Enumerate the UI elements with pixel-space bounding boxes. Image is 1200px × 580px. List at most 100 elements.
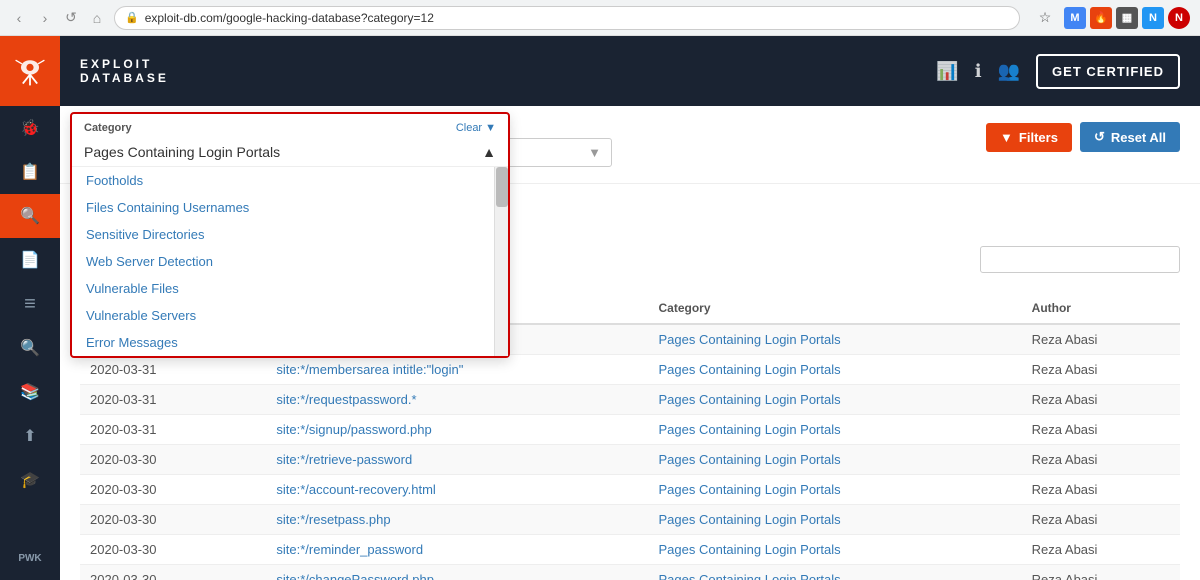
filters-button[interactable]: ▼ Filters — [986, 123, 1072, 152]
cell-category[interactable]: Pages Containing Login Portals — [649, 535, 1022, 565]
sidebar-item-papers[interactable]: 📄 — [0, 238, 60, 282]
url-text: exploit-db.com/google-hacking-database?c… — [145, 11, 434, 25]
tab-o: 🔥 — [1090, 7, 1112, 29]
table-row: 2020-03-31 site:*/requestpassword.* Page… — [80, 385, 1180, 415]
top-header: EXPLOIT DATABASE 📊 ℹ 👥 GET CERTIFIED — [60, 36, 1200, 106]
star-btn[interactable]: ☆ — [1034, 7, 1056, 29]
cell-author: Reza Abasi — [1022, 324, 1180, 355]
cell-dork[interactable]: site:*/resetpass.php — [266, 505, 648, 535]
papers-icon: 📄 — [20, 250, 40, 270]
sidebar-item-pwk[interactable]: PWK — [0, 536, 60, 580]
address-bar[interactable]: 🔒 exploit-db.com/google-hacking-database… — [114, 6, 1020, 30]
cell-category[interactable]: Pages Containing Login Portals — [649, 565, 1022, 580]
cell-category[interactable]: Pages Containing Login Portals — [649, 324, 1022, 355]
tab-icons: M 🔥 ▦ N N — [1064, 7, 1190, 29]
filter-btn-label: Filters — [1019, 130, 1058, 145]
logo-icon — [12, 53, 48, 89]
dropdown-item-errors[interactable]: Error Messages — [72, 329, 494, 356]
clear-link[interactable]: Clear ▼ — [456, 122, 496, 134]
sidebar-item-search[interactable]: 🔍 — [0, 194, 60, 238]
cell-dork[interactable]: site:*/retrieve-password — [266, 445, 648, 475]
cell-author: Reza Abasi — [1022, 445, 1180, 475]
table-row: 2020-03-30 site:*/reminder_password Page… — [80, 535, 1180, 565]
search-box-area — [980, 246, 1180, 273]
sidebar-item-exploits[interactable]: 📋 — [0, 150, 60, 194]
home-btn[interactable]: ⌂ — [88, 9, 106, 27]
cell-dork[interactable]: site:*/membersarea intitle:"login" — [266, 355, 648, 385]
scrollbar[interactable] — [494, 167, 508, 356]
cell-category[interactable]: Pages Containing Login Portals — [649, 505, 1022, 535]
dropdown-item-webserver[interactable]: Web Server Detection — [72, 248, 494, 275]
clear-text: Clear — [456, 122, 482, 134]
reset-all-button[interactable]: ↺ Reset All — [1080, 122, 1180, 152]
training-icon: 🎓 — [20, 470, 40, 490]
col-author: Author — [1022, 293, 1180, 324]
cell-author: Reza Abasi — [1022, 535, 1180, 565]
cell-date: 2020-03-30 — [80, 505, 266, 535]
dropdown-selected-value[interactable]: Pages Containing Login Portals ▲ — [72, 138, 508, 167]
exploits-icon: 📋 — [20, 162, 40, 182]
filter-icon: ▼ — [1000, 130, 1013, 145]
reset-icon: ↺ — [1094, 129, 1105, 145]
table-row: 2020-03-31 site:*/membersarea intitle:"l… — [80, 355, 1180, 385]
cell-category[interactable]: Pages Containing Login Portals — [649, 475, 1022, 505]
cell-date: 2020-03-30 — [80, 565, 266, 580]
cell-category[interactable]: Pages Containing Login Portals — [649, 415, 1022, 445]
cell-dork[interactable]: site:*/changePassword.php — [266, 565, 648, 580]
tab-x: N — [1168, 7, 1190, 29]
sidebar: 🐞 📋 🔍 📄 ≡ 🔍 📚 ⬆ 🎓 PWK — [0, 36, 60, 580]
cell-date: 2020-03-30 — [80, 535, 266, 565]
sidebar-item-training[interactable]: 🎓 — [0, 458, 60, 502]
cell-author: Reza Abasi — [1022, 385, 1180, 415]
table-search-input[interactable] — [980, 246, 1180, 273]
reload-btn[interactable]: ↺ — [62, 9, 80, 27]
browser-icons: ☆ — [1034, 7, 1056, 29]
cert-button[interactable]: GET CERTIFIED — [1036, 54, 1180, 89]
cell-dork[interactable]: site:*/requestpassword.* — [266, 385, 648, 415]
dropdown-item-directories[interactable]: Sensitive Directories — [72, 221, 494, 248]
forward-btn[interactable]: › — [36, 9, 54, 27]
search-icon: 🔍 — [20, 206, 40, 226]
sidebar-item-submit[interactable]: ⬆ — [0, 414, 60, 458]
submit-icon: ⬆ — [23, 426, 36, 446]
cell-author: Reza Abasi — [1022, 475, 1180, 505]
category-dropdown: Category Clear ▼ Pages Containing Login … — [70, 112, 510, 358]
filter-row: Category Clear ▼ Pages Containing Login … — [80, 122, 1180, 167]
page-wrapper: 🐞 📋 🔍 📄 ≡ 🔍 📚 ⬆ 🎓 PWK — [0, 36, 1200, 580]
cell-category[interactable]: Pages Containing Login Portals — [649, 355, 1022, 385]
sidebar-item-books[interactable]: 📚 — [0, 370, 60, 414]
books-icon: 📚 — [20, 382, 40, 402]
home-icon: 🐞 — [20, 118, 40, 138]
cell-date: 2020-03-31 — [80, 415, 266, 445]
sidebar-item-ghdb[interactable]: 🔍 — [0, 326, 60, 370]
selected-category-text: Pages Containing Login Portals — [84, 144, 280, 160]
info-icon[interactable]: ℹ — [975, 61, 982, 82]
dropdown-item-footholds[interactable]: Footholds — [72, 167, 494, 194]
cell-category[interactable]: Pages Containing Login Portals — [649, 385, 1022, 415]
table-row: 2020-03-30 site:*/account-recovery.html … — [80, 475, 1180, 505]
back-btn[interactable]: ‹ — [10, 9, 28, 27]
cell-dork[interactable]: site:*/reminder_password — [266, 535, 648, 565]
dropdown-item-vulnservers[interactable]: Vulnerable Servers — [72, 302, 494, 329]
cell-dork[interactable]: site:*/signup/password.php — [266, 415, 648, 445]
table-row: 2020-03-30 site:*/resetpass.php Pages Co… — [80, 505, 1180, 535]
chart-icon[interactable]: 📊 — [936, 61, 958, 82]
main-content: EXPLOIT DATABASE 📊 ℹ 👥 GET CERTIFIED — [60, 36, 1200, 580]
cell-category[interactable]: Pages Containing Login Portals — [649, 445, 1022, 475]
sidebar-item-home[interactable]: 🐞 — [0, 106, 60, 150]
category-label: Category — [84, 122, 132, 134]
shellcode-icon: ≡ — [24, 293, 36, 316]
cell-author: Reza Abasi — [1022, 415, 1180, 445]
dropdown-list-area: Footholds Files Containing Usernames Sen… — [72, 167, 508, 356]
header-right: 📊 ℹ 👥 GET CERTIFIED — [936, 54, 1180, 89]
sidebar-item-shellcode[interactable]: ≡ — [0, 282, 60, 326]
dropdown-item-vulnfiles[interactable]: Vulnerable Files — [72, 275, 494, 302]
sidebar-logo — [0, 36, 60, 106]
cell-dork[interactable]: site:*/account-recovery.html — [266, 475, 648, 505]
col-category: Category — [649, 293, 1022, 324]
tab-g: ▦ — [1116, 7, 1138, 29]
people-icon[interactable]: 👥 — [998, 61, 1020, 82]
dropdown-item-usernames[interactable]: Files Containing Usernames — [72, 194, 494, 221]
lock-icon: 🔒 — [125, 11, 139, 24]
dropdown-header: Category Clear ▼ — [72, 114, 508, 138]
